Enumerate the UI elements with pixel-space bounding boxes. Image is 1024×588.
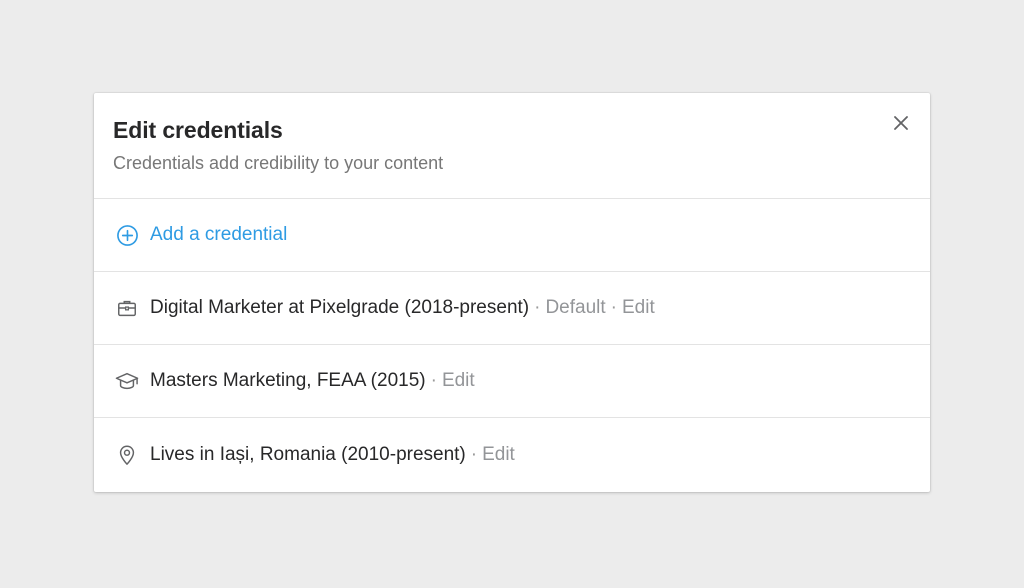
add-credential-row[interactable]: Add a credential [94,199,930,272]
credential-row-employment: Digital Marketer at Pixelgrade (2018-pre… [94,272,930,345]
edit-link[interactable]: Edit [482,444,515,466]
graduation-cap-icon [115,369,139,393]
edit-link[interactable]: Edit [622,297,655,319]
close-icon [894,116,908,130]
modal-header: Edit credentials Credentials add credibi… [94,93,930,199]
credential-row-education: Masters Marketing, FEAA (2015) · Edit [94,345,930,418]
close-button[interactable] [890,112,912,134]
edit-link[interactable]: Edit [442,370,475,392]
credential-text: Lives in Iași, Romania (2010-present) [150,443,466,465]
separator-dot: · [430,370,437,391]
credential-row-location: Lives in Iași, Romania (2010-present) · … [94,418,930,491]
location-pin-icon [115,443,139,467]
credential-text: Masters Marketing, FEAA (2015) [150,370,426,391]
separator-dot: · [534,297,541,318]
add-credential-link[interactable]: Add a credential [150,224,287,246]
separator-dot: · [470,443,478,465]
plus-circle-icon [115,223,139,247]
default-label: Default [545,297,606,318]
modal-title: Edit credentials [113,117,283,143]
separator-dot: · [610,297,617,318]
edit-credentials-modal: Edit credentials Credentials add credibi… [94,93,930,492]
credential-text: Digital Marketer at Pixelgrade (2018-pre… [150,297,530,318]
briefcase-icon [115,296,139,320]
modal-subtitle: Credentials add credibility to your cont… [113,153,444,173]
